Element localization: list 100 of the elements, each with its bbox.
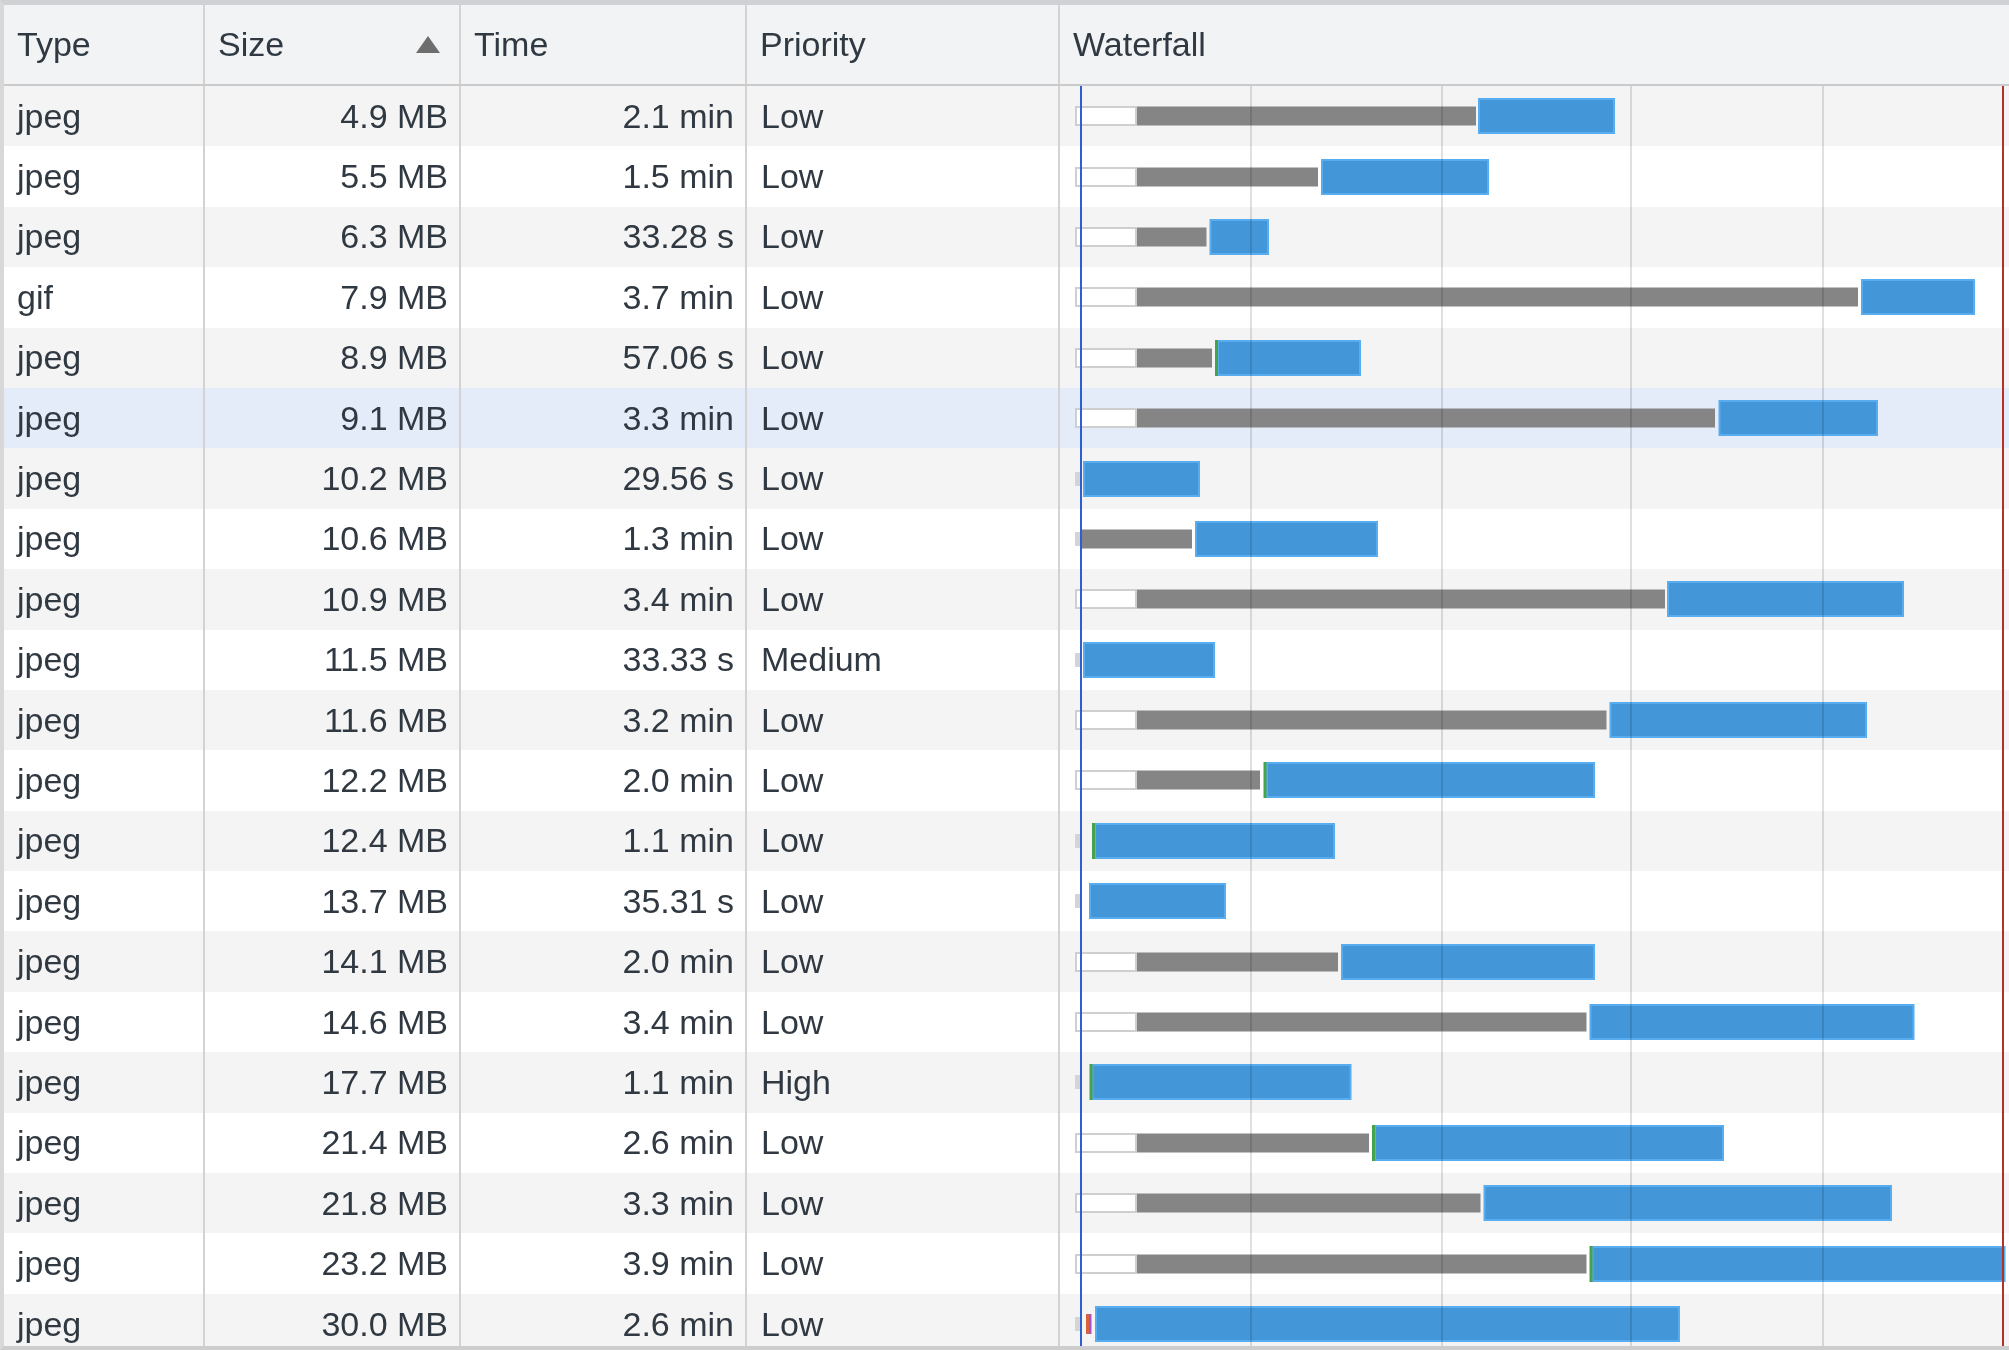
priority-level: Low [761, 459, 824, 499]
resource-size: 13.7 MB [321, 881, 448, 921]
resource-size: 12.4 MB [321, 821, 448, 861]
priority-level: Low [761, 942, 824, 982]
resource-type: jpeg [17, 338, 82, 378]
resource-type: jpeg [17, 821, 82, 861]
resource-type: jpeg [17, 700, 82, 740]
column-header[interactable]: Priority [747, 5, 1060, 84]
priority-level: Low [761, 217, 824, 257]
resource-type: jpeg [17, 1002, 82, 1042]
priority-level: Medium [761, 640, 882, 680]
priority-level: Low [761, 398, 824, 438]
load-time: 2.6 min [622, 1123, 734, 1163]
load-time: 33.33 s [622, 640, 734, 680]
resource-type: jpeg [17, 640, 82, 680]
resource-type: jpeg [17, 761, 82, 800]
priority-level: Low [761, 821, 824, 861]
load-time: 57.06 s [622, 338, 734, 378]
priority-level: Low [761, 338, 824, 378]
resource-size: 10.9 MB [321, 579, 448, 619]
resource-size: 30.0 MB [321, 1304, 448, 1344]
priority-level: Low [761, 277, 824, 317]
load-time: 3.4 min [622, 579, 734, 619]
table-row[interactable]: jpeg 21.8 MB 3.3 min Low [4, 1173, 2009, 1234]
priority-level: Low [761, 157, 824, 197]
resource-type: jpeg [17, 942, 82, 982]
resource-size: 6.3 MB [340, 217, 448, 257]
resource-size: 8.9 MB [340, 338, 448, 378]
table-row[interactable]: jpeg 4.9 MB 2.1 min Low [4, 86, 2009, 147]
load-time: 1.1 min [622, 1062, 734, 1102]
table-row[interactable]: jpeg 8.9 MB 57.06 s Low [4, 327, 2009, 388]
resource-size: 14.1 MB [321, 942, 448, 982]
resource-size: 5.5 MB [340, 157, 448, 197]
load-time: 3.3 min [622, 398, 734, 438]
load-time: 3.9 min [622, 1244, 734, 1284]
resource-size: 11.6 MB [323, 700, 448, 740]
priority-level: High [761, 1062, 831, 1102]
resource-type: jpeg [17, 519, 82, 559]
load-time: 1.5 min [622, 157, 734, 197]
resource-type: jpeg [17, 217, 82, 257]
resource-size: 11.5 MB [323, 640, 448, 680]
resource-size: 21.4 MB [321, 1123, 448, 1163]
resource-size: 12.2 MB [321, 761, 448, 800]
column-header[interactable]: Time [461, 5, 747, 84]
resource-size: 21.8 MB [321, 1183, 448, 1223]
resource-type: jpeg [17, 96, 82, 136]
priority-level: Low [761, 1123, 824, 1163]
column-header[interactable]: Size [205, 5, 461, 84]
priority-level: Low [761, 1002, 824, 1042]
resource-size: 4.9 MB [340, 96, 448, 136]
resource-size: 23.2 MB [321, 1244, 448, 1284]
load-time: 3.2 min [622, 700, 734, 740]
load-time: 2.0 min [622, 942, 734, 982]
resource-type: jpeg [17, 157, 82, 197]
priority-level: Low [761, 1304, 824, 1344]
load-time: 2.1 min [622, 96, 734, 136]
resource-type: jpeg [17, 459, 82, 499]
resource-type: jpeg [17, 1123, 82, 1163]
table-row[interactable]: jpeg 11.6 MB 3.2 min Low [4, 689, 2009, 751]
priority-level: Low [761, 1183, 824, 1223]
table-row[interactable]: jpeg 30.0 MB 2.6 min Low [4, 1293, 2009, 1346]
load-time: 3.3 min [622, 1183, 734, 1223]
table-row[interactable]: jpeg 6.3 MB 33.28 s Low [4, 206, 2009, 268]
resource-size: 7.9 MB [340, 277, 448, 317]
resource-size: 17.7 MB [321, 1062, 448, 1102]
priority-level: Low [761, 700, 824, 740]
load-time: 33.28 s [622, 217, 734, 257]
resource-type: jpeg [17, 1183, 82, 1223]
column-header[interactable]: Waterfall [1060, 5, 2009, 84]
priority-level: Low [761, 96, 824, 136]
table-row[interactable]: jpeg 12.4 MB 1.1 min Low [4, 810, 2009, 872]
resource-type: jpeg [17, 579, 82, 619]
load-time: 2.0 min [622, 761, 734, 800]
load-time: 3.7 min [622, 277, 734, 317]
load-time: 35.31 s [622, 881, 734, 921]
table-row[interactable]: jpeg 17.7 MB 1.1 min High [4, 1052, 2009, 1113]
priority-level: Low [761, 519, 824, 559]
priority-level: Low [761, 761, 824, 800]
load-time: 1.3 min [622, 519, 734, 559]
load-time: 3.4 min [622, 1002, 734, 1042]
column-header[interactable]: Type [4, 5, 205, 84]
table-row[interactable]: jpeg 9.1 MB 3.3 min Low [4, 387, 2009, 449]
resource-size: 9.1 MB [340, 398, 448, 438]
resource-size: 10.6 MB [321, 519, 448, 559]
resource-type: jpeg [17, 1062, 82, 1102]
resource-size: 14.6 MB [321, 1002, 448, 1042]
resource-type: jpeg [17, 398, 82, 438]
resource-type: jpeg [17, 1304, 82, 1344]
load-time: 1.1 min [622, 821, 734, 861]
table-row[interactable]: jpeg 10.2 MB 29.56 s Low [4, 448, 2009, 509]
table-row[interactable]: jpeg 10.9 MB 3.4 min Low [4, 569, 2009, 630]
resource-type: gif [17, 277, 53, 317]
priority-level: Low [761, 881, 824, 921]
resource-type: jpeg [17, 881, 82, 921]
table-row[interactable]: jpeg 14.1 MB 2.0 min Low [4, 931, 2009, 992]
load-time: 29.56 s [622, 459, 734, 499]
resource-type: jpeg [17, 1244, 82, 1284]
priority-level: Low [761, 1244, 824, 1284]
priority-level: Low [761, 579, 824, 619]
resource-size: 10.2 MB [321, 459, 448, 499]
